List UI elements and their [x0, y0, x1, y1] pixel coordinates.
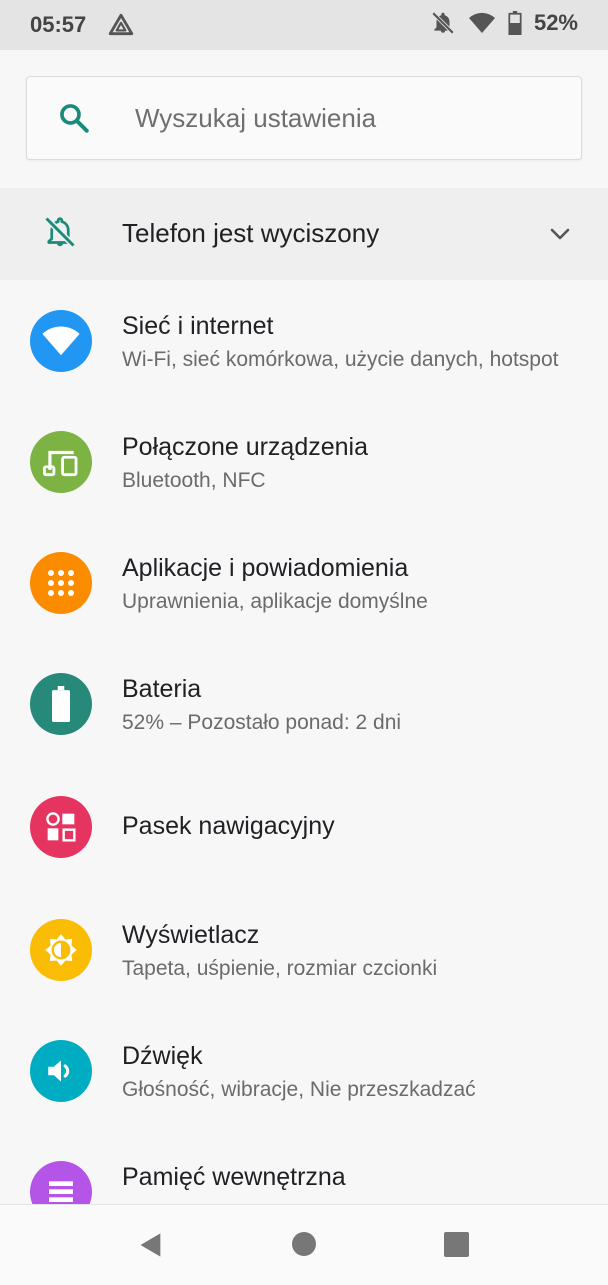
setting-subtitle: Wi-Fi, sieć komórkowa, użycie danych, ho… — [122, 348, 559, 371]
setting-icon-circle — [30, 919, 92, 981]
search-placeholder: Wyszukaj ustawienia — [135, 103, 377, 133]
bell-off-icon — [431, 11, 455, 35]
setting-icon-circle — [30, 1040, 92, 1102]
brightness-icon — [45, 934, 77, 966]
recents-icon[interactable] — [444, 1232, 469, 1257]
wifi-icon — [42, 326, 80, 356]
storage-icon — [49, 1181, 73, 1202]
setting-icon-circle — [30, 1161, 92, 1204]
bell-off-icon — [44, 216, 76, 248]
volume-icon — [48, 1060, 70, 1082]
app-notification-icon — [108, 13, 134, 36]
silent-mode-banner[interactable]: Telefon jest wyciszony — [0, 188, 608, 280]
setting-display[interactable]: Wyświetlacz Tapeta, uśpienie, rozmiar cz… — [0, 885, 608, 1006]
setting-storage[interactable]: Pamięć wewnętrzna — [0, 1127, 608, 1204]
setting-title: Wyświetlacz — [122, 921, 260, 949]
setting-title: Połączone urządzenia — [122, 433, 368, 461]
battery-icon — [52, 686, 70, 722]
search-bar[interactable]: Wyszukaj ustawienia — [26, 76, 582, 160]
setting-network-internet[interactable]: Sieć i internet Wi-Fi, sieć komórkowa, u… — [0, 280, 608, 401]
wifi-icon — [468, 12, 495, 33]
status-bar: 05:57 52% — [0, 0, 608, 50]
setting-title: Pasek nawigacyjny — [122, 812, 335, 840]
silent-mode-text: Telefon jest wyciszony — [122, 218, 380, 248]
setting-subtitle: 52% – Pozostało ponad: 2 dni — [122, 711, 402, 734]
status-icons: 52% — [430, 10, 578, 36]
battery-percent: 52% — [533, 10, 578, 35]
setting-title: Aplikacje i powiadomienia — [122, 554, 409, 582]
setting-apps-notifications[interactable]: Aplikacje i powiadomienia Uprawnienia, a… — [0, 522, 608, 643]
setting-subtitle: Głośność, wibracje, Nie przeszkadzać — [122, 1078, 476, 1101]
setting-subtitle: Bluetooth, NFC — [122, 469, 266, 492]
navigation-bar-icon — [46, 812, 76, 842]
setting-subtitle: Tapeta, uśpienie, rozmiar czcionki — [122, 957, 438, 980]
setting-navigation-bar[interactable]: Pasek nawigacyjny — [0, 764, 608, 885]
setting-icon-circle — [30, 431, 92, 493]
setting-title: Sieć i internet — [122, 312, 274, 340]
setting-icon-circle — [30, 796, 92, 858]
system-navigation-bar — [0, 1204, 608, 1285]
setting-icon-circle — [30, 310, 92, 372]
chevron-down-icon[interactable] — [548, 222, 572, 246]
search-icon — [60, 104, 89, 133]
setting-title: Bateria — [122, 675, 202, 703]
setting-title: Pamięć wewnętrzna — [122, 1163, 346, 1191]
setting-connected-devices[interactable]: Połączone urządzenia Bluetooth, NFC — [0, 401, 608, 522]
setting-sound[interactable]: Dźwięk Głośność, wibracje, Nie przeszkad… — [0, 1006, 608, 1127]
setting-battery[interactable]: Bateria 52% – Pozostało ponad: 2 dni — [0, 643, 608, 764]
status-time: 05:57 — [30, 12, 87, 37]
devices-icon — [42, 450, 78, 477]
setting-subtitle: Uprawnienia, aplikacje domyślne — [122, 590, 428, 613]
home-icon[interactable] — [292, 1232, 316, 1256]
setting-icon-circle — [30, 673, 92, 735]
back-icon[interactable] — [137, 1231, 165, 1259]
apps-grid-icon — [48, 570, 74, 596]
setting-icon-circle — [30, 552, 92, 614]
battery-icon — [508, 11, 522, 35]
setting-title: Dźwięk — [122, 1042, 203, 1070]
